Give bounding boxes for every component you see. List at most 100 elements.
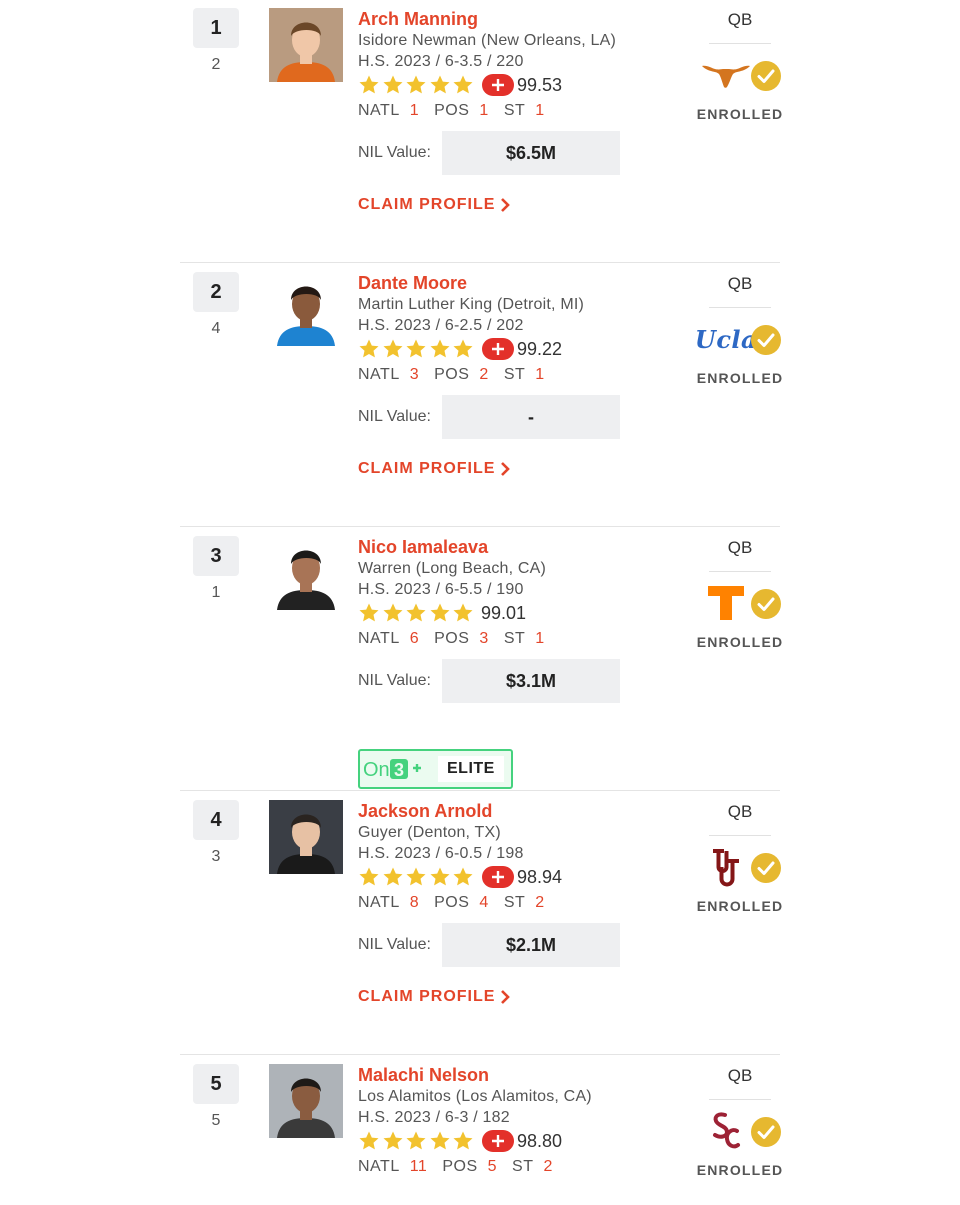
player-name-link[interactable]: Nico Iamaleava [358,536,658,558]
star-icon [406,867,426,886]
pos-rank[interactable]: 3 [479,630,488,648]
player-row[interactable]: 3 1 Nico Iamaleava Warren (Long Beach, CA) H… [180,527,782,791]
star-icon [359,603,379,622]
rank-number: 4 [193,800,239,840]
state-rank[interactable]: 1 [535,366,544,384]
texas-longhorn-logo[interactable] [698,55,754,95]
rating-score: 99.53 [516,74,563,95]
natl-rank[interactable]: 11 [410,1158,428,1176]
on3-elite-badge[interactable]: On 3 ELITE [358,749,513,789]
star-icon [430,1131,450,1150]
rating-line: 99.01 [358,600,658,626]
plus-badge-icon[interactable] [481,1130,514,1152]
star-icon [406,339,426,358]
player-name-link[interactable]: Malachi Nelson [358,1064,658,1086]
player-photo[interactable] [269,536,343,610]
natl-rank[interactable]: 6 [410,630,419,648]
nil-value-box: NIL Value: $2.1M [358,923,620,967]
player-name-link[interactable]: Arch Manning [358,8,658,30]
rank-number: 1 [193,8,239,48]
natl-rank[interactable]: 1 [410,102,419,120]
pos-rank[interactable]: 2 [479,366,488,384]
natl-label: NATL [358,102,400,119]
player-name-link[interactable]: Jackson Arnold [358,800,658,822]
rating-score: 98.80 [516,1130,563,1151]
star-icon [406,1131,426,1150]
divider [709,1099,771,1100]
star-icon [359,867,379,886]
nil-label: NIL Value: [358,408,431,425]
claim-profile-link[interactable]: CLAIM PROFILE [358,988,511,1006]
check-circle-icon [751,589,781,619]
natl-rank[interactable]: 8 [410,894,419,912]
enrollment-status: ENROLLED [696,106,784,122]
rank-number: 5 [193,1064,239,1104]
previous-rank: 1 [211,584,221,601]
tennessee-t-logo[interactable] [698,583,754,623]
star-icon [383,75,403,94]
player-photo[interactable] [269,1064,343,1138]
star-icon [383,603,403,622]
state-rank[interactable]: 2 [543,1158,552,1176]
claim-profile-link[interactable]: CLAIM PROFILE [358,196,511,214]
claim-profile-label: CLAIM PROFILE [358,196,496,213]
previous-rank: 2 [211,56,221,73]
chevron-right-icon [501,990,511,1004]
player-name-link[interactable]: Dante Moore [358,272,658,294]
check-circle-icon [751,61,781,91]
class-height-weight: H.S. 2023 / 6-3 / 182 [358,1109,510,1126]
player-row[interactable]: 5 5 Malachi Nelson Los Alamitos (Los Alamit… [180,1055,782,1205]
player-photo[interactable] [269,272,343,346]
rating-score: 99.22 [516,338,563,359]
rating-score: 99.01 [480,602,527,623]
ucla-wordmark: Ucla [694,324,758,354]
plus-badge-icon[interactable] [481,74,514,96]
nil-value: $6.5M [442,131,620,175]
player-info: Jackson Arnold Guyer (Denton, TX) H.S. 202… [358,800,658,916]
player-photo[interactable] [269,800,343,874]
high-school: Isidore Newman (New Orleans, LA) [358,32,617,49]
check-circle-icon [751,1117,781,1147]
class-height-weight: H.S. 2023 / 6-5.5 / 190 [358,581,524,598]
star-icon [359,339,379,358]
player-row[interactable]: 4 3 Jackson Arnold Guyer (Denton, TX) H.S. 2… [180,791,782,1055]
natl-rank[interactable]: 3 [410,366,419,384]
svg-text:3: 3 [394,760,404,780]
pos-rank[interactable]: 4 [479,894,488,912]
divider [709,43,771,44]
player-info: Dante Moore Martin Luther King (Detroit, … [358,272,658,388]
natl-label: NATL [358,1158,400,1175]
state-rank[interactable]: 1 [535,630,544,648]
claim-profile-label: CLAIM PROFILE [358,460,496,477]
oklahoma-ou-logo[interactable] [698,847,754,887]
pos-rank[interactable]: 1 [479,102,488,120]
pos-label: POS [434,366,470,383]
ucla-logo[interactable]: Ucla [694,319,758,359]
star-icon [453,339,473,358]
claim-profile-link[interactable]: CLAIM PROFILE [358,460,511,478]
player-row[interactable]: 1 2 Arch Manning Isidore Newman (New Orlean… [180,0,782,263]
plus-badge-icon[interactable] [481,866,514,888]
previous-rank: 3 [211,848,221,865]
pos-rank[interactable]: 5 [488,1158,497,1176]
player-row[interactable]: 2 4 Dante Moore Martin Luther King (Detroit… [180,263,782,527]
rankings-line: NATL 3 POS 2 ST 1 [358,362,658,388]
claim-profile-label: CLAIM PROFILE [358,988,496,1005]
player-photo[interactable] [269,8,343,82]
player-rankings-list: 1 2 Arch Manning Isidore Newman (New Orlean… [180,0,782,1205]
position-label: QB [727,274,753,293]
nil-label: NIL Value: [358,144,431,161]
usc-sc-logo[interactable] [698,1111,754,1151]
enrollment-status: ENROLLED [696,634,784,650]
divider [709,307,771,308]
player-info: Nico Iamaleava Warren (Long Beach, CA) H.S… [358,536,658,652]
elite-label: ELITE [438,756,504,782]
high-school: Los Alamitos (Los Alamitos, CA) [358,1088,592,1105]
rankings-line: NATL 8 POS 4 ST 2 [358,890,658,916]
plus-badge-icon[interactable] [481,338,514,360]
state-rank[interactable]: 1 [535,102,544,120]
state-rank[interactable]: 2 [535,894,544,912]
nil-value-box: NIL Value: $3.1M [358,659,620,703]
high-school: Warren (Long Beach, CA) [358,560,547,577]
natl-label: NATL [358,630,400,647]
